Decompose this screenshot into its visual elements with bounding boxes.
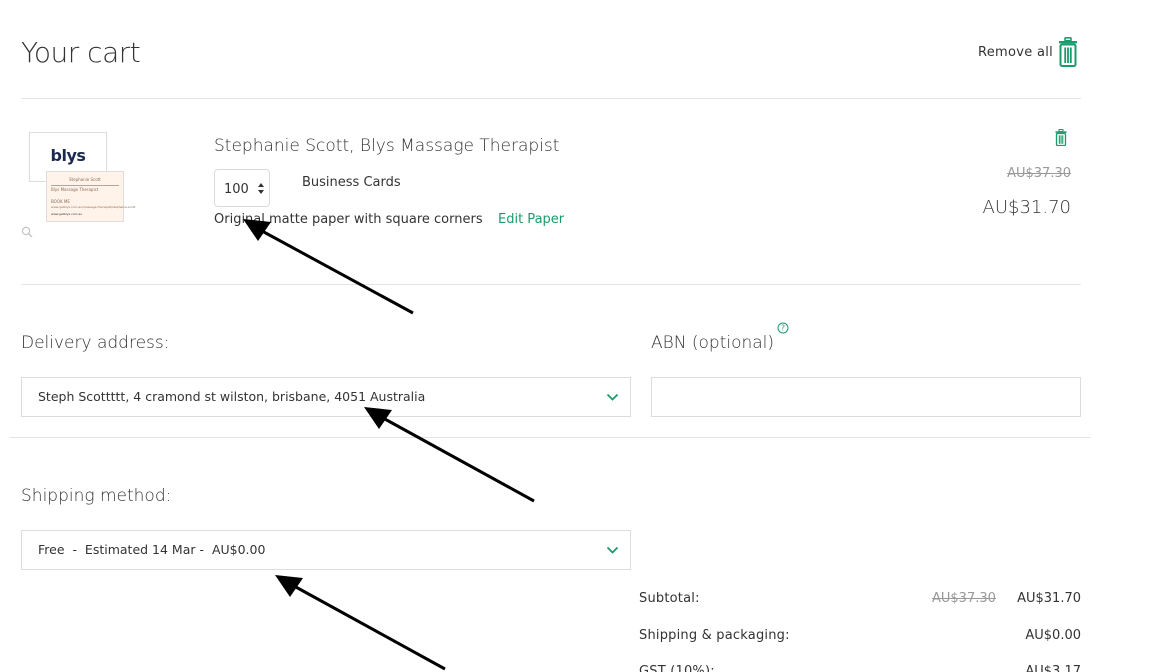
subtotal-original: AU$37.30	[932, 591, 996, 606]
brand-logo: blys	[50, 146, 86, 165]
divider	[21, 284, 1081, 285]
shipping-method-value: Free - Estimated 14 Mar - AU$0.00	[38, 542, 266, 557]
abn-label: ABN (optional)	[651, 333, 775, 353]
shipping-method-select[interactable]: Free - Estimated 14 Mar - AU$0.00	[21, 530, 631, 570]
shipping-packaging-value: AU$0.00	[1025, 628, 1081, 643]
delivery-address-label: Delivery address:	[21, 333, 170, 353]
product-type: Business Cards	[302, 175, 401, 190]
delivery-address-select[interactable]: Steph Scottttt, 4 cramond st wilston, br…	[21, 377, 631, 417]
chevron-down-icon	[606, 393, 619, 401]
price-original: AU$37.30	[1007, 166, 1071, 181]
card-rule	[51, 185, 119, 186]
product-name: Stephanie Scott, Blys Massage Therapist	[214, 136, 560, 156]
shipping-method-label: Shipping method:	[21, 486, 172, 506]
abn-input[interactable]	[651, 377, 1081, 417]
divider	[21, 98, 1081, 99]
quantity-value: 100	[224, 182, 249, 197]
annotation-arrow	[275, 575, 446, 671]
edit-paper-link[interactable]: Edit Paper	[498, 212, 564, 227]
remove-all-button[interactable]: Remove all	[978, 45, 1053, 60]
card-role: Blys Massage Therapist	[51, 187, 99, 192]
trash-icon[interactable]	[1058, 37, 1078, 67]
chevron-down-icon	[606, 546, 619, 554]
divider	[10, 437, 1091, 438]
annotation-arrow	[243, 219, 414, 315]
card-link: www.getblys.com.au/massage-therapist/ste…	[51, 205, 136, 209]
subtotal-value: AU$31.70	[1017, 591, 1081, 606]
stepper-arrows-icon[interactable]	[258, 183, 264, 194]
card-cta: BOOK ME	[51, 199, 70, 204]
delivery-address-value: Steph Scottttt, 4 cramond st wilston, br…	[38, 389, 426, 404]
trash-icon[interactable]	[1055, 129, 1067, 146]
price-current: AU$31.70	[982, 197, 1071, 218]
subtotal-label: Subtotal:	[639, 591, 700, 606]
annotation-arrows	[243, 219, 535, 671]
annotation-arrow	[364, 407, 535, 503]
gst-label: GST (10%):	[639, 664, 715, 672]
product-thumbnail-front[interactable]: Stephanie Scott Blys Massage Therapist B…	[46, 171, 135, 222]
paper-description: Original matte paper with square corners	[214, 212, 483, 227]
page-title: Your cart	[21, 36, 141, 69]
help-icon[interactable]: ?	[777, 322, 789, 334]
shipping-packaging-label: Shipping & packaging:	[639, 628, 790, 643]
svg-text:?: ?	[781, 324, 785, 333]
zoom-icon[interactable]	[21, 226, 33, 238]
quantity-stepper[interactable]: 100	[214, 169, 270, 207]
card-site: www.getblys.com.au	[51, 212, 83, 216]
cart-page: Your cart Remove all blys Stephanie Scot…	[0, 0, 1159, 672]
card-name: Stephanie Scott	[69, 177, 101, 182]
gst-value: AU$3.17	[1025, 664, 1081, 672]
